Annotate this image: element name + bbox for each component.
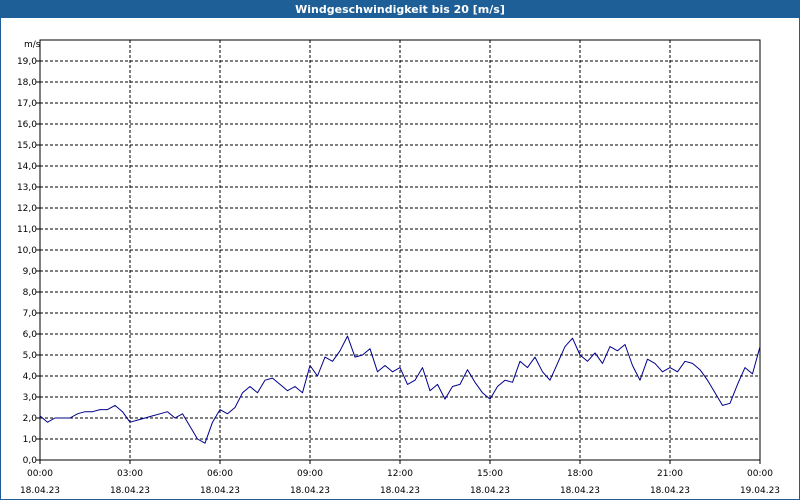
x-tick-date-label: 19.04.23 — [740, 486, 780, 496]
y-tick-label: 11,0 — [17, 225, 37, 235]
x-tick-date-label: 18.04.23 — [290, 486, 330, 496]
y-tick-label: 6,0 — [23, 330, 38, 340]
grid-lines — [40, 40, 760, 460]
x-tick-time-label: 15:00 — [477, 469, 503, 479]
y-tick-label: 4,0 — [23, 372, 38, 382]
x-axis-ticks: 00:00 18.04.23 03:00 18.04.23 06:00 18.04.23 0… — [20, 460, 780, 496]
x-tick-time-label: 18:00 — [567, 469, 593, 479]
y-tick-label: 15,0 — [17, 141, 37, 151]
y-axis-ticks: 0,0 1,0 2,0 3,0 4,0 5,0 6,0 7,0 8,0 9,0 10,0 11,0 12… — [17, 57, 40, 466]
y-tick-label: 5,0 — [23, 351, 38, 361]
y-tick-label: 17,0 — [17, 99, 37, 109]
x-tick-time-label: 21:00 — [657, 469, 683, 479]
x-tick-date-label: 18.04.23 — [110, 486, 150, 496]
x-tick-time-label: 06:00 — [207, 469, 233, 479]
x-tick-date-label: 18.04.23 — [470, 486, 510, 496]
x-tick-time-label: 12:00 — [387, 469, 413, 479]
y-tick-label: 9,0 — [23, 267, 38, 277]
y-tick-label: 1,0 — [23, 435, 38, 445]
x-tick-time-label: 09:00 — [297, 469, 323, 479]
x-tick-date-label: 18.04.23 — [560, 486, 600, 496]
wind-speed-chart: 0,0 1,0 2,0 3,0 4,0 5,0 6,0 7,0 8,0 9,0 10,0 11,0 12… — [17, 39, 780, 496]
y-tick-label: 3,0 — [23, 393, 38, 403]
x-tick-time-label: 00:00 — [747, 469, 773, 479]
y-tick-label: 8,0 — [23, 288, 38, 298]
y-tick-label: 19,0 — [17, 57, 37, 67]
y-axis-unit-label: m/s — [24, 40, 41, 50]
y-tick-label: 7,0 — [23, 309, 38, 319]
x-tick-date-label: 18.04.23 — [380, 486, 420, 496]
y-tick-label: 16,0 — [17, 120, 37, 130]
x-tick-date-label: 18.04.23 — [200, 486, 240, 496]
x-tick-time-label: 00:00 — [27, 469, 53, 479]
x-tick-time-label: 03:00 — [117, 469, 143, 479]
y-tick-label: 18,0 — [17, 78, 37, 88]
x-tick-date-label: 18.04.23 — [650, 486, 690, 496]
y-tick-label: 14,0 — [17, 162, 37, 172]
y-tick-label: 10,0 — [17, 246, 37, 256]
y-tick-label: 2,0 — [23, 414, 38, 424]
y-tick-label: 12,0 — [17, 204, 37, 214]
y-tick-label: 13,0 — [17, 183, 37, 193]
x-tick-date-label: 18.04.23 — [20, 486, 60, 496]
y-tick-label: 0,0 — [23, 456, 38, 466]
